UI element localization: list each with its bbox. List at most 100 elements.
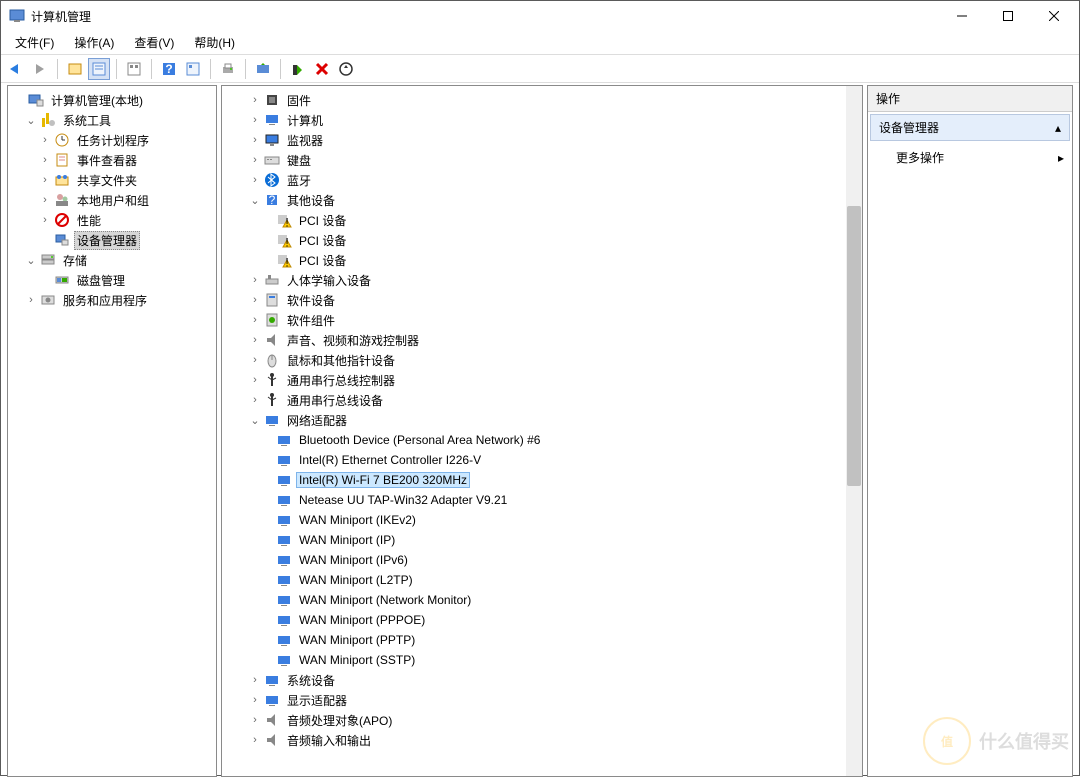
network-adapter-icon [276, 532, 292, 548]
device-net-wan-pptp[interactable]: WAN Miniport (PPTP) [246, 630, 860, 650]
collapse-icon[interactable]: ⌄ [248, 194, 262, 207]
expand-icon[interactable]: › [38, 134, 52, 146]
network-adapter-icon [276, 432, 292, 448]
scrollbar-thumb[interactable] [847, 206, 861, 486]
expand-icon[interactable]: › [38, 194, 52, 206]
update-driver-button[interactable] [252, 58, 274, 80]
device-net-ethernet[interactable]: Intel(R) Ethernet Controller I226-V [246, 450, 860, 470]
tree-event-viewer[interactable]: ›事件查看器 [10, 150, 214, 170]
tree-storage[interactable]: ⌄存储 [10, 250, 214, 270]
vertical-scrollbar[interactable] [846, 86, 862, 776]
network-adapter-icon [276, 512, 292, 528]
close-button[interactable] [1031, 1, 1077, 31]
back-button[interactable] [5, 58, 27, 80]
menu-view[interactable]: 查看(V) [124, 32, 184, 53]
device-net-wifi7[interactable]: Intel(R) Wi-Fi 7 BE200 320MHz [246, 470, 860, 490]
device-pci-2[interactable]: !PCI 设备 [246, 230, 860, 250]
tree-shared-folders[interactable]: ›共享文件夹 [10, 170, 214, 190]
actions-header: 操作 [868, 86, 1072, 112]
device-monitors[interactable]: ›监视器 [246, 130, 860, 150]
tree-local-users[interactable]: ›本地用户和组 [10, 190, 214, 210]
network-adapter-icon [276, 492, 292, 508]
device-usb-devices[interactable]: ›通用串行总线设备 [246, 390, 860, 410]
device-bluetooth[interactable]: ›蓝牙 [246, 170, 860, 190]
tree-task-scheduler[interactable]: ›任务计划程序 [10, 130, 214, 150]
actions-more[interactable]: 更多操作 ▸ [868, 143, 1072, 172]
device-display[interactable]: ›显示适配器 [246, 690, 860, 710]
maximize-button[interactable] [985, 1, 1031, 31]
tree-performance[interactable]: ›性能 [10, 210, 214, 230]
collapse-icon[interactable]: ⌄ [24, 114, 38, 127]
network-adapter-icon [276, 632, 292, 648]
device-sound[interactable]: ›声音、视频和游戏控制器 [246, 330, 860, 350]
tree-disk-management[interactable]: 磁盘管理 [10, 270, 214, 290]
devices-view-button[interactable] [182, 58, 204, 80]
device-firmware[interactable]: ›固件 [246, 90, 860, 110]
device-net-wan-monitor[interactable]: WAN Miniport (Network Monitor) [246, 590, 860, 610]
print-button[interactable] [217, 58, 239, 80]
titlebar: 计算机管理 [1, 1, 1079, 31]
device-usb-controllers[interactable]: ›通用串行总线控制器 [246, 370, 860, 390]
menu-action[interactable]: 操作(A) [64, 32, 124, 53]
device-mouse[interactable]: ›鼠标和其他指针设备 [246, 350, 860, 370]
svg-text:?: ? [165, 62, 172, 76]
device-audio-apo[interactable]: ›音频处理对象(APO) [246, 710, 860, 730]
device-net-wan-sstp[interactable]: WAN Miniport (SSTP) [246, 650, 860, 670]
disable-button[interactable] [287, 58, 309, 80]
network-adapter-icon [276, 592, 292, 608]
device-hid[interactable]: ›人体学输入设备 [246, 270, 860, 290]
menu-help[interactable]: 帮助(H) [184, 32, 245, 53]
device-system[interactable]: ›系统设备 [246, 670, 860, 690]
device-pci-1[interactable]: !PCI 设备 [246, 210, 860, 230]
app-icon [9, 8, 25, 24]
menu-file[interactable]: 文件(F) [5, 32, 64, 53]
device-net-tap[interactable]: Netease UU TAP-Win32 Adapter V9.21 [246, 490, 860, 510]
help-button[interactable]: ? [158, 58, 180, 80]
expand-icon[interactable]: › [24, 294, 38, 306]
menubar: 文件(F) 操作(A) 查看(V) 帮助(H) [1, 31, 1079, 55]
svg-text:!: ! [285, 256, 288, 269]
device-computer[interactable]: ›计算机 [246, 110, 860, 130]
tree-device-manager[interactable]: 设备管理器 [10, 230, 214, 250]
actions-section[interactable]: 设备管理器 ▴ [870, 114, 1070, 141]
view-button[interactable] [123, 58, 145, 80]
uninstall-button[interactable] [311, 58, 333, 80]
network-adapter-icon [276, 452, 292, 468]
warning-icon: ! [276, 232, 292, 248]
tree-system-tools[interactable]: ⌄系统工具 [10, 110, 214, 130]
network-adapter-icon [276, 472, 292, 488]
tree-services[interactable]: ›服务和应用程序 [10, 290, 214, 310]
chevron-right-icon: ▸ [1058, 151, 1064, 165]
watermark: 值 什么值得买 [923, 717, 1069, 765]
collapse-icon[interactable]: ⌄ [248, 414, 262, 427]
device-net-wan-ikev2[interactable]: WAN Miniport (IKEv2) [246, 510, 860, 530]
device-network-adapters[interactable]: ⌄网络适配器 [246, 410, 860, 430]
network-adapter-icon [276, 612, 292, 628]
device-audio-io[interactable]: ›音频输入和输出 [246, 730, 860, 750]
device-software-devices[interactable]: ›软件设备 [246, 290, 860, 310]
show-hide-button[interactable] [64, 58, 86, 80]
expand-icon[interactable]: › [38, 214, 52, 226]
forward-button[interactable] [29, 58, 51, 80]
expand-icon[interactable]: › [38, 174, 52, 186]
minimize-button[interactable] [939, 1, 985, 31]
device-keyboards[interactable]: ›键盘 [246, 150, 860, 170]
device-tree-panel: ›固件 ›计算机 ›监视器 ›键盘 ›蓝牙 ⌄?其他设备 !PCI 设备 !PC… [221, 85, 863, 777]
device-other[interactable]: ⌄?其他设备 [246, 190, 860, 210]
device-pci-3[interactable]: !PCI 设备 [246, 250, 860, 270]
device-net-wan-pppoe[interactable]: WAN Miniport (PPPOE) [246, 610, 860, 630]
network-adapter-icon [276, 572, 292, 588]
expand-icon[interactable]: › [38, 154, 52, 166]
device-software-components[interactable]: ›软件组件 [246, 310, 860, 330]
collapse-icon[interactable]: ⌄ [24, 254, 38, 267]
properties-button[interactable] [88, 58, 110, 80]
tree-root[interactable]: 计算机管理(本地) [10, 90, 214, 110]
window-title: 计算机管理 [31, 8, 939, 25]
scan-hardware-button[interactable] [335, 58, 357, 80]
collapse-icon[interactable]: ▴ [1055, 121, 1061, 135]
device-net-wan-ip[interactable]: WAN Miniport (IP) [246, 530, 860, 550]
actions-panel: 操作 设备管理器 ▴ 更多操作 ▸ [867, 85, 1073, 777]
device-net-wan-ipv6[interactable]: WAN Miniport (IPv6) [246, 550, 860, 570]
device-net-bt[interactable]: Bluetooth Device (Personal Area Network)… [246, 430, 860, 450]
device-net-wan-l2tp[interactable]: WAN Miniport (L2TP) [246, 570, 860, 590]
